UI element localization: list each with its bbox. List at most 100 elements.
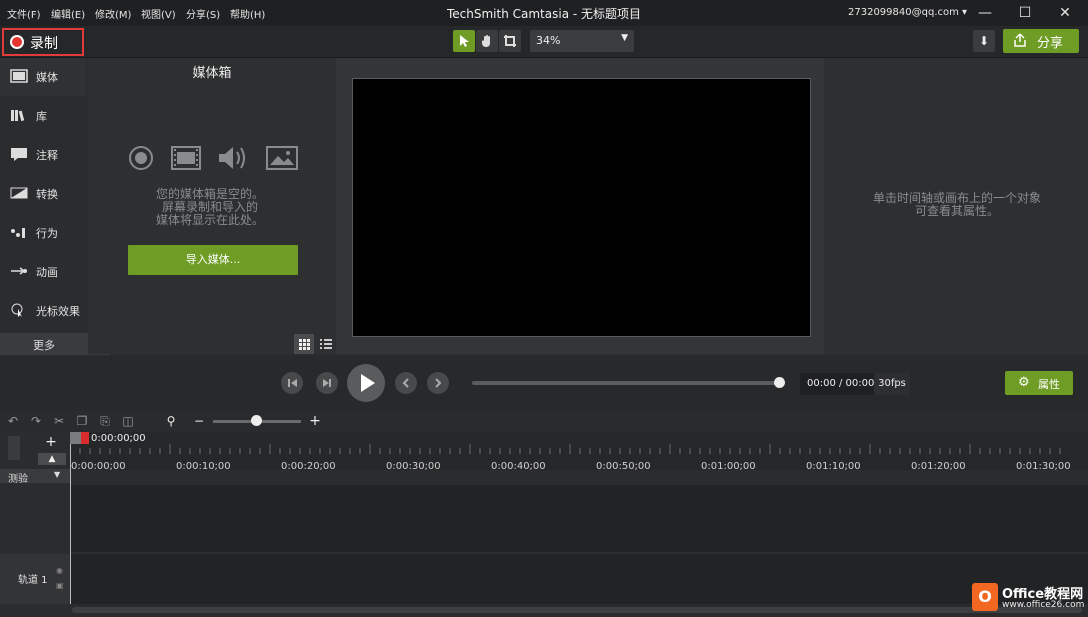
select-tool-button[interactable]	[453, 30, 475, 52]
add-track-button[interactable]: +	[40, 434, 62, 450]
ruler-tick-label: 0:00:20;00	[281, 461, 336, 472]
sidebar-item-label: 库	[36, 110, 47, 123]
properties-empty-message: 单击时间轴或画布上的一个对象 可查看其属性。	[852, 192, 1062, 218]
more-label: 更多	[33, 339, 55, 352]
ruler-tick-label: 0:00:10;00	[176, 461, 231, 472]
time-display: 00:00 / 00:00 30fps	[800, 373, 910, 395]
split-icon[interactable]: ◫	[120, 413, 136, 429]
watermark: O Office教程网 www.office26.com	[972, 583, 1086, 613]
list-view-button[interactable]	[316, 334, 336, 354]
sidebar-item-cursor-effects[interactable]: 光标效果	[0, 292, 86, 330]
list-icon	[320, 339, 332, 349]
menu-file[interactable]: 文件(F)	[7, 6, 41, 21]
grid-view-button[interactable]	[294, 334, 314, 354]
close-button[interactable]: ✕	[1048, 2, 1082, 24]
visibility-icon[interactable]: ◉	[56, 566, 63, 575]
sidebar-item-annotations[interactable]: 注释	[0, 136, 86, 174]
animation-icon	[11, 267, 27, 275]
sidebar-item-behaviors[interactable]: 行为	[0, 214, 86, 252]
step-forward-button[interactable]	[316, 372, 338, 394]
video-media-icon	[171, 146, 201, 170]
download-icon: ⬇	[978, 34, 990, 48]
menu-modify[interactable]: 修改(M)	[95, 6, 131, 21]
sidebar-item-label: 媒体	[36, 71, 58, 84]
minimize-button[interactable]: —	[968, 2, 1002, 24]
ruler-tick-label: 0:01:10;00	[806, 461, 861, 472]
image-media-icon	[266, 146, 298, 170]
track-lane[interactable]	[70, 554, 1088, 604]
zoom-select[interactable]: 34% ▼	[530, 30, 634, 52]
sidebar-item-label: 光标效果	[36, 305, 80, 318]
copy-icon[interactable]: ❐	[74, 413, 90, 429]
collapse-tracks-button[interactable]: ▲	[38, 453, 66, 465]
download-button[interactable]: ⬇	[973, 30, 995, 52]
share-icon	[1014, 33, 1026, 47]
cut-icon[interactable]: ✂	[51, 413, 67, 429]
sidebar-item-transitions[interactable]: 转换	[0, 175, 86, 213]
paste-icon[interactable]: ⎘	[97, 413, 113, 429]
library-icon	[11, 110, 25, 122]
track-label: 轨道 1	[18, 575, 48, 586]
record-icon	[10, 35, 24, 49]
record-button[interactable]: 录制	[2, 28, 84, 56]
zoom-value: 34%	[536, 34, 561, 47]
play-button[interactable]	[347, 364, 385, 402]
ruler-tick-label: 0:01:30;00	[1016, 461, 1071, 472]
scrollbar-thumb[interactable]	[72, 607, 1082, 613]
play-icon	[361, 374, 375, 392]
account-menu[interactable]: 2732099840@qq.com ▾	[848, 7, 967, 18]
ruler-tick-label: 0:00:50;00	[596, 461, 651, 472]
share-label: 分享	[1037, 36, 1064, 51]
next-button[interactable]	[427, 372, 449, 394]
fps-readout: 30fps	[874, 373, 910, 395]
track-lane[interactable]	[70, 485, 1088, 553]
timeline-zoom-handle[interactable]	[251, 415, 262, 426]
track-header[interactable]: 轨道 1 ◉ ▣	[0, 554, 70, 604]
chevron-down-icon: ▼	[54, 470, 61, 479]
menu-view[interactable]: 视图(V)	[141, 6, 176, 21]
preview-canvas[interactable]	[352, 78, 811, 337]
crop-tool-button[interactable]	[499, 30, 521, 52]
record-media-icon	[129, 146, 153, 170]
track-group-header[interactable]: 测验 ▼	[0, 469, 70, 485]
sidebar-item-animations[interactable]: 动画	[0, 253, 86, 291]
menu-help[interactable]: 帮助(H)	[230, 6, 265, 21]
zoom-out-button[interactable]: −	[191, 413, 207, 429]
redo-icon[interactable]: ↷	[28, 413, 44, 429]
record-label: 录制	[30, 36, 58, 52]
sidebar-item-label: 注释	[36, 149, 58, 162]
time-readout: 00:00 / 00:00	[807, 378, 875, 389]
sidebar-item-library[interactable]: 库	[0, 97, 86, 135]
playhead-time: 0:00:00;00	[91, 433, 146, 444]
film-icon	[10, 69, 28, 83]
zoom-in-button[interactable]: +	[307, 413, 323, 429]
undo-icon[interactable]: ↶	[5, 413, 21, 429]
maximize-button[interactable]: ☐	[1008, 2, 1042, 24]
menu-share[interactable]: 分享(S)	[186, 6, 220, 21]
previous-button[interactable]	[395, 372, 417, 394]
scrub-bar[interactable]	[472, 381, 780, 385]
sidebar-item-media[interactable]: 媒体	[0, 58, 86, 96]
transition-icon	[10, 187, 28, 199]
import-media-button[interactable]: 导入媒体...	[128, 245, 298, 275]
ruler-tick-label: 0:01:20;00	[911, 461, 966, 472]
playhead-handle[interactable]	[70, 432, 81, 444]
lock-icon[interactable]: ▣	[56, 581, 64, 590]
step-back-button[interactable]	[281, 372, 303, 394]
media-bin-empty-message: 您的媒体箱是空的。 屏幕录制和导入的 媒体将显示在此处。	[120, 188, 300, 227]
crop-icon	[504, 35, 516, 47]
share-button[interactable]: 分享	[1003, 29, 1079, 53]
sidebar-item-label: 转换	[36, 188, 58, 201]
scrub-handle[interactable]	[774, 377, 785, 388]
menu-edit[interactable]: 编辑(E)	[51, 6, 85, 21]
timeline-scrollbar[interactable]	[70, 604, 1088, 617]
gear-icon: ⚙	[1018, 375, 1030, 390]
pan-tool-button[interactable]	[476, 30, 498, 52]
track-height-slider[interactable]	[8, 436, 20, 460]
properties-button[interactable]: ⚙ 属性	[1005, 371, 1073, 395]
ruler-tick-label: 0:00:00;00	[71, 461, 126, 472]
cursor-effect-icon	[11, 303, 23, 317]
zoom-icon[interactable]: ⚲	[163, 413, 179, 429]
sidebar-item-label: 行为	[36, 227, 58, 240]
empty-message-line: 媒体将显示在此处。	[155, 213, 264, 227]
